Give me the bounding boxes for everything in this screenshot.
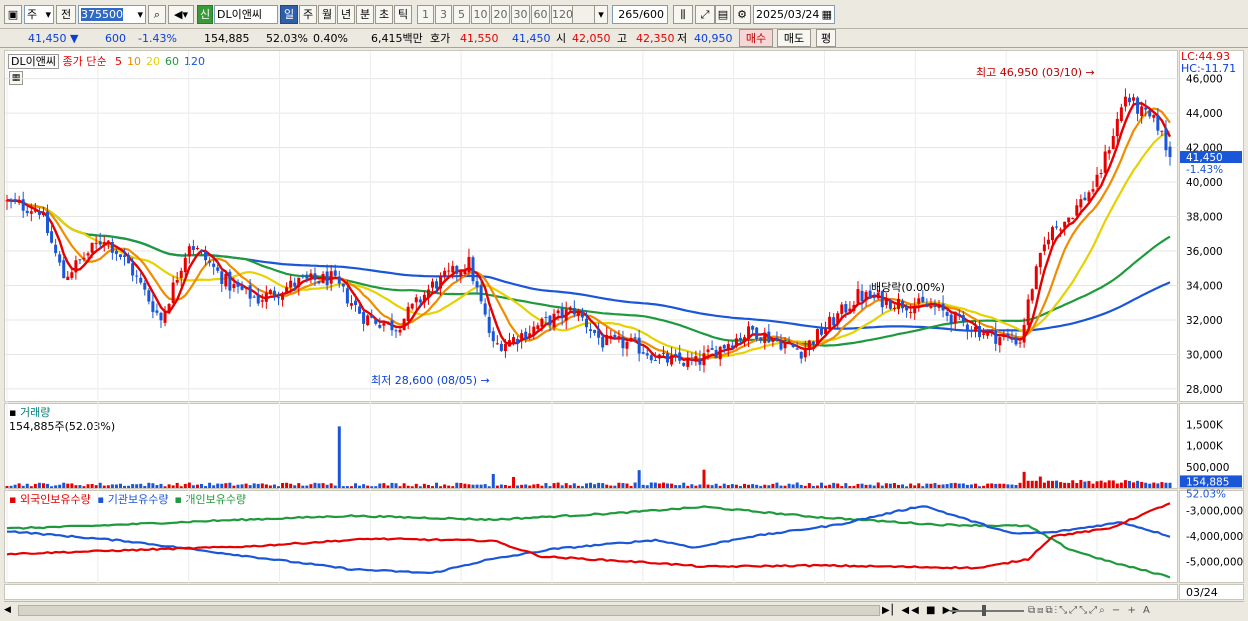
ma-legend-60: 60 <box>164 55 179 68</box>
quote-turnover: 0.40% <box>313 32 348 45</box>
price-panel[interactable]: DL이앤씨 종가 단순 5 10 20 60 120 ▦ <box>4 50 1178 402</box>
search-icon[interactable]: ⌕ <box>148 5 166 24</box>
price-legend: DL이앤씨 종가 단순 5 10 20 60 120 <box>8 53 205 69</box>
play-icon[interactable]: ▶ <box>882 605 892 616</box>
draw-tool-icon[interactable]: ⤢ <box>695 5 715 24</box>
ma-legend: 5 10 20 60 120 <box>110 55 205 68</box>
down-arrow-icon: ▼ <box>70 32 79 45</box>
chart-window: ▣ 주 ▾ 전 375500 ▾ ⌕ ◀▾ 신 DL이앤씨 ▾ 265/600 ⫼ … <box>0 0 1248 621</box>
main-toolbar: ▣ 주 ▾ 전 375500 ▾ ⌕ ◀▾ 신 DL이앤씨 ▾ 265/600 ⫼ … <box>0 0 1248 29</box>
holdings-legend-1: ▪ 기관보유수량 <box>96 493 169 506</box>
price-axis: LC:44.93 HC:-11.71 <box>1179 50 1244 402</box>
scroll-bar[interactable]: ◀ ▶▏◀◀ ■ ▶▶ ⧉⧈⧉⫶⤡⤢⤡⤢⌕ − + A <box>4 601 1244 619</box>
quote-change-pct: -1.43% <box>138 32 177 45</box>
ma-legend-5: 5 <box>114 55 122 68</box>
ma-legend-120: 120 <box>183 55 205 68</box>
count-total: /600 <box>639 8 664 21</box>
save-icon[interactable]: ▤ <box>715 5 731 24</box>
tab-minute-30[interactable]: 30 <box>511 5 530 24</box>
stock-badge: 신 <box>197 5 213 24</box>
candle-type-icon[interactable]: ⫼ <box>673 5 693 24</box>
series-legend: 종가 단순 <box>62 55 107 68</box>
tab-period-4[interactable]: 분 <box>356 5 374 24</box>
quote-price: 41,450 ▼ <box>28 30 78 47</box>
holdings-axis <box>1179 490 1244 583</box>
holdings-panel[interactable]: ▪ 외국인보유수량 ▪ 기관보유수량 ▪ 개인보유수량 <box>4 490 1178 583</box>
stop-icon[interactable]: ■ <box>926 605 937 616</box>
stock-name-legend: DL이앤씨 <box>8 54 59 69</box>
x-last-label: 03/24 <box>1186 586 1218 599</box>
open-value: 42,050 <box>572 32 611 45</box>
scroll-left-icon[interactable]: ◀ <box>4 603 16 618</box>
date-value: 2025/03/24 <box>756 8 820 21</box>
period-select-value: 주 <box>27 8 38 21</box>
zoom-slider[interactable] <box>950 610 1024 612</box>
quote-amount: 6,415백만 <box>371 32 423 45</box>
low-label: 저 <box>677 32 688 45</box>
stock-code-value: 375500 <box>81 8 123 21</box>
high-label: 고 <box>617 32 628 45</box>
quote-volume: 154,885 <box>204 32 250 45</box>
stock-name-field[interactable]: DL이앤씨 <box>214 5 278 24</box>
zoom-slider-thumb[interactable] <box>982 605 986 616</box>
tab-period-5[interactable]: 초 <box>375 5 393 24</box>
avg-button[interactable]: 평 <box>816 29 836 47</box>
bid1-value: 41,550 <box>460 32 499 45</box>
tab-period-0[interactable]: 일 <box>280 5 298 24</box>
volume-axis <box>1179 403 1244 489</box>
gear-icon[interactable]: ⚙ <box>733 5 751 24</box>
bid-label: 호가 <box>430 32 451 45</box>
scroll-thumb[interactable] <box>18 605 880 616</box>
tab-period-2[interactable]: 월 <box>318 5 336 24</box>
quote-bar: 41,450 ▼ 600 -1.43% 154,885 52.03% 0.40%… <box>0 29 1248 48</box>
low-value: 40,950 <box>694 32 733 45</box>
ma-legend-10: 10 <box>126 55 141 68</box>
count-value: 265 <box>618 8 640 21</box>
calendar-icon: ▦ <box>821 8 832 21</box>
quote-change: 600 <box>105 32 126 45</box>
hc-label: HC:-11.71 <box>1181 62 1237 75</box>
tab-minute-1[interactable]: 1 <box>417 5 434 24</box>
holdings-legend-0: ▪ 외국인보유수량 <box>9 493 91 506</box>
grid-toggle-icon[interactable]: ▦ <box>9 71 23 85</box>
volume-panel[interactable]: ▪ 거래량 154,885주(52.03%) <box>4 403 1178 489</box>
window-menu-icon[interactable]: ▣ <box>4 5 22 24</box>
quote-vol-ratio: 52.03% <box>266 32 308 45</box>
ma-legend-20: 20 <box>145 55 160 68</box>
volume-info: 154,885주(52.03%) <box>9 420 116 433</box>
date-field[interactable]: 2025/03/24 ▦ <box>753 5 835 24</box>
tab-minute-5[interactable]: 5 <box>453 5 470 24</box>
x-axis-last: 03/24 <box>1179 584 1244 600</box>
tab-minute-120[interactable]: 120 <box>551 5 573 24</box>
quote-price-value: 41,450 <box>28 32 67 45</box>
high-value: 42,350 <box>636 32 675 45</box>
tab-period-1[interactable]: 주 <box>299 5 317 24</box>
holdings-legend: ▪ 외국인보유수량 ▪ 기관보유수량 ▪ 개인보유수량 <box>9 491 252 507</box>
speaker-icon[interactable]: ◀▾ <box>168 5 194 24</box>
open-label: 시 <box>556 32 567 45</box>
rewind-icon[interactable]: ◀◀ <box>901 605 920 616</box>
chevron-down-icon[interactable]: ▾ <box>594 5 608 24</box>
tab-minute-3[interactable]: 3 <box>435 5 452 24</box>
x-axis <box>4 584 1178 600</box>
sell-button[interactable]: 매도 <box>777 29 811 47</box>
stock-code-input[interactable]: 375500 ▾ <box>78 5 146 24</box>
tab-minute-60[interactable]: 60 <box>531 5 550 24</box>
chevron-down-icon: ▾ <box>137 8 143 21</box>
count-field[interactable]: 265/600 <box>612 5 668 24</box>
tab-minute-10[interactable]: 10 <box>471 5 490 24</box>
bid2-value: 41,450 <box>512 32 551 45</box>
tab-minute-20[interactable]: 20 <box>491 5 510 24</box>
chevron-down-icon: ▾ <box>45 8 51 21</box>
buy-button[interactable]: 매수 <box>739 29 773 47</box>
tab-period-6[interactable]: 틱 <box>394 5 412 24</box>
tab-period-3[interactable]: 년 <box>337 5 355 24</box>
tool-icons[interactable]: ⧉⧈⧉⫶⤡⤢⤡⤢⌕ − + A <box>1028 603 1152 618</box>
prev-button[interactable]: 전 <box>56 5 76 24</box>
holdings-legend-2: ▪ 개인보유수량 <box>174 493 247 506</box>
period-select[interactable]: 주 ▾ <box>24 5 54 24</box>
